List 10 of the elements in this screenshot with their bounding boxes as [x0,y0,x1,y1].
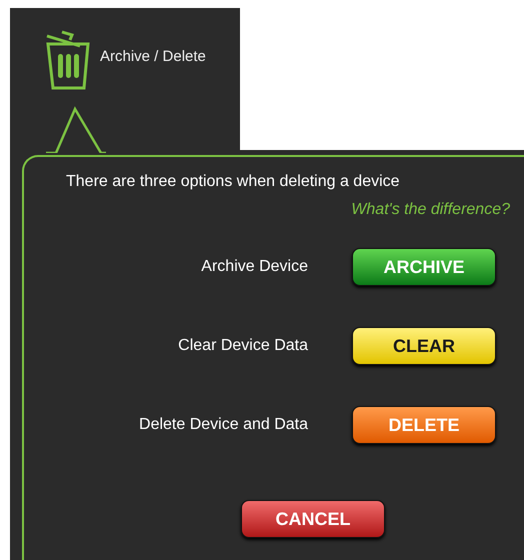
option-button[interactable]: CLEAR [352,327,496,365]
cancel-button[interactable]: CANCEL [241,500,385,538]
intro-text: There are three options when deleting a device [66,173,401,191]
option-label: Archive Device [200,258,308,276]
option-label: Clear Device Data [177,337,308,355]
option-button[interactable]: ARCHIVE [352,248,496,286]
option-label: Delete Device and Data [138,416,308,434]
option-button[interactable]: DELETE [352,406,496,444]
header-title: Archive / Delete [100,48,206,65]
help-link[interactable]: What's the difference? [351,201,510,219]
